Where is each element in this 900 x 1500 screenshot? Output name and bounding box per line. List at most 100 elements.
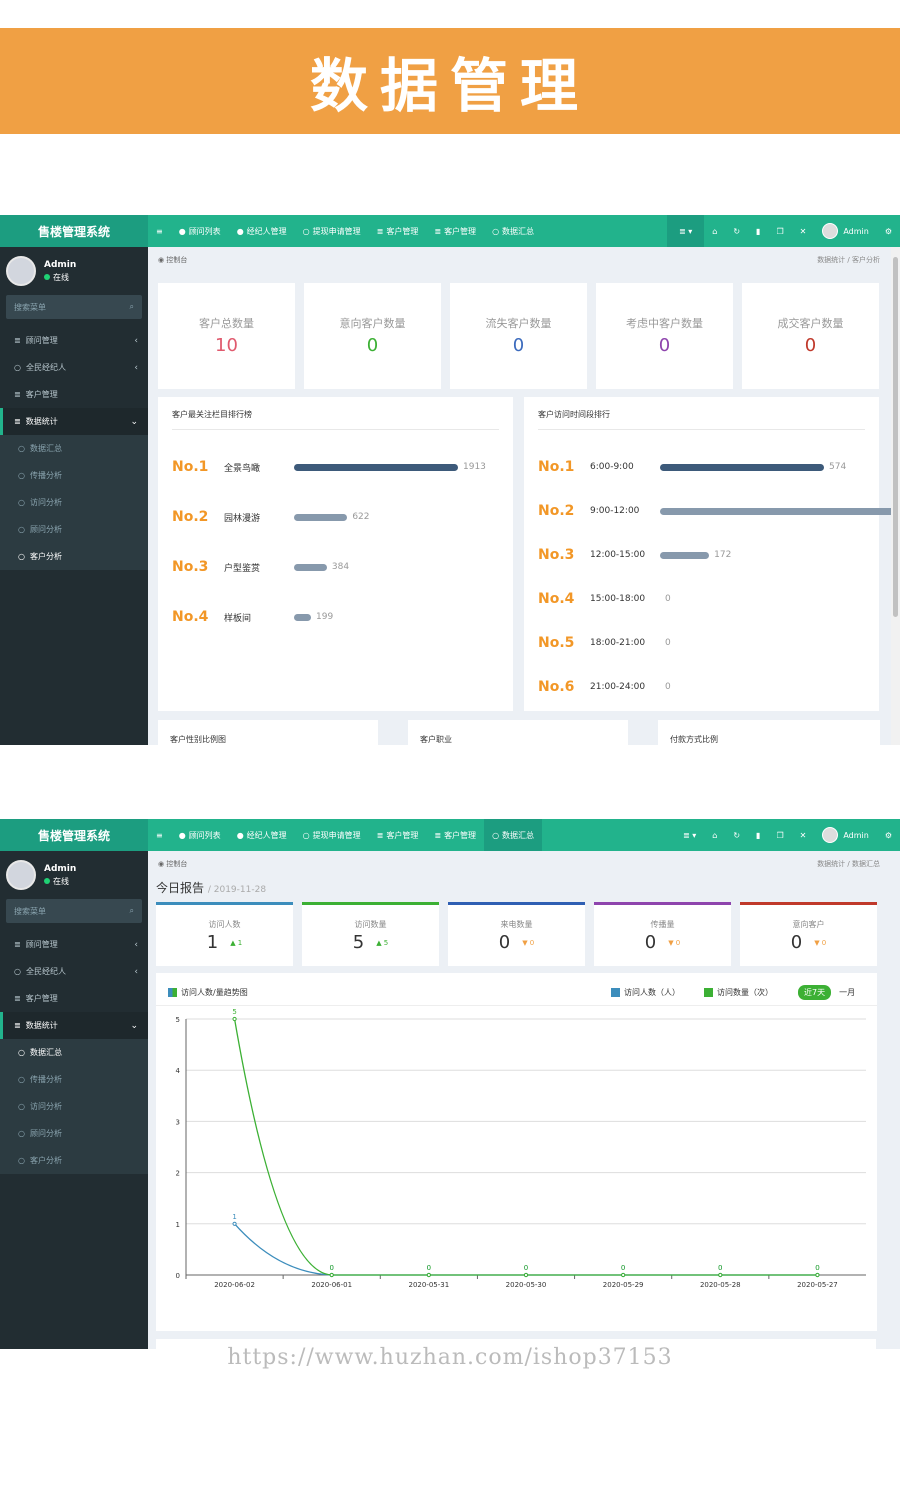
btn-7days[interactable]: 近7天: [798, 985, 832, 1000]
rank-bar: [660, 507, 900, 515]
home-icon[interactable]: ⌂: [704, 819, 725, 851]
menu-toggle-icon[interactable]: ≡: [148, 215, 171, 247]
sidebar-item-stats[interactable]: ≣ 数据统计 ⌄: [0, 1012, 148, 1039]
nav-agent-manage[interactable]: ● 经纪人管理: [229, 215, 295, 247]
settings-icon[interactable]: ⚙: [877, 819, 900, 851]
kpi-label: 意向客户: [792, 920, 825, 929]
rank-no: No.4: [172, 609, 209, 625]
sidebar-item-agent[interactable]: ○ 全民经纪人 ‹: [0, 958, 148, 985]
user-menu[interactable]: Admin: [814, 215, 877, 247]
sidebar-item-agent[interactable]: ○ 全民经纪人 ‹: [0, 354, 148, 381]
sidebar-sub-summary[interactable]: ○ 数据汇总: [0, 1039, 148, 1066]
settings-icon[interactable]: ⚙: [877, 215, 900, 247]
menu-toggle-icon[interactable]: ≡: [148, 819, 171, 851]
nav-customer-manage-2[interactable]: ≣ 客户管理: [426, 215, 484, 247]
nav-withdraw-manage[interactable]: ○ 提现申请管理: [295, 215, 369, 247]
data-label: 0: [718, 1264, 722, 1272]
copy-icon[interactable]: ❐: [768, 819, 791, 851]
sidebar-sub-consultant[interactable]: ○ 顾问分析: [0, 516, 148, 543]
nav-consultant-list[interactable]: ● 顾问列表: [171, 215, 229, 247]
list-icon: ≣: [376, 226, 384, 236]
user-menu[interactable]: Admin: [814, 819, 877, 851]
breadcrumb[interactable]: ◉ 控制台: [158, 859, 187, 869]
list-icon: ≣: [14, 1021, 21, 1030]
nav-data-summary[interactable]: ○ 数据汇总: [484, 215, 542, 247]
sidebar: Admin 在线 搜索菜单 ⌕ ≣ 顾问管理 ‹ ○ 全民经纪人 ‹ ≣ 客户管理 ≣ 数据统计…: [0, 851, 148, 1349]
home-icon[interactable]: ⌂: [704, 215, 725, 247]
kpi-delta: ▼ 0: [522, 939, 535, 947]
x-tick-label: 2020-05-30: [506, 1281, 547, 1289]
stat-label: 考虑中客户数量: [626, 317, 703, 330]
legend-swatch-blue: [611, 988, 620, 997]
sidebar-sub-consultant[interactable]: ○ 顾问分析: [0, 1120, 148, 1147]
circle-icon: ○: [18, 471, 25, 480]
list-dropdown-icon[interactable]: ≣ ▾: [675, 819, 704, 851]
avatar-small: [822, 223, 839, 239]
fullscreen-icon[interactable]: ✕: [792, 215, 815, 247]
user-name: Admin: [44, 863, 77, 874]
copy-icon[interactable]: ❐: [768, 215, 791, 247]
sidebar-sub-summary[interactable]: ○ 数据汇总: [0, 435, 148, 462]
app-logo[interactable]: 售楼管理系统: [0, 215, 148, 247]
search-icon[interactable]: ⌕: [130, 906, 134, 916]
stat-label: 流失客户数量: [485, 317, 552, 330]
sidebar-sub-visit[interactable]: ○ 访问分析: [0, 489, 148, 516]
sidebar-item-customer[interactable]: ≣ 客户管理: [0, 381, 148, 408]
nav-customer-manage-2[interactable]: ≣ 客户管理: [426, 819, 484, 851]
fullscreen-icon[interactable]: ✕: [792, 819, 815, 851]
sidebar-search-input[interactable]: 搜索菜单 ⌕: [6, 295, 142, 319]
sidebar-search-input[interactable]: 搜索菜单 ⌕: [6, 899, 142, 923]
sidebar-sub-customer[interactable]: ○ 客户分析: [0, 1147, 148, 1174]
sidebar-sub-spread[interactable]: ○ 传播分析: [0, 462, 148, 489]
trash-icon[interactable]: ▮: [748, 215, 768, 247]
nav-consultant-list[interactable]: ● 顾问列表: [171, 819, 229, 851]
sidebar-item-stats[interactable]: ≣ 数据统计 ⌄: [0, 408, 148, 435]
user-icon: ●: [236, 226, 244, 236]
legend-visits[interactable]: 访问数量（次）: [704, 987, 773, 998]
sidebar-sub-customer[interactable]: ○ 客户分析: [0, 543, 148, 570]
rank-bar: [294, 513, 348, 521]
chevron-left-icon: ‹: [134, 939, 138, 950]
scrollbar-thumb[interactable]: [893, 257, 898, 617]
kpi-value: 1 ▲ 1: [206, 932, 243, 953]
data-point: [232, 1221, 237, 1226]
stat-label: 客户总数量: [199, 317, 254, 330]
x-tick-label: 2020-06-01: [311, 1281, 352, 1289]
list-dropdown-icon[interactable]: ≣ ▾: [667, 215, 705, 247]
user-icon: ●: [178, 226, 186, 236]
refresh-icon[interactable]: ↻: [725, 215, 748, 247]
data-label: 5: [232, 1008, 236, 1016]
rank-bar: [294, 563, 327, 571]
sidebar-item-consultant[interactable]: ≣ 顾问管理 ‹: [0, 327, 148, 354]
top-navbar: ≡ ● 顾问列表 ● 经纪人管理 ○ 提现申请管理 ≣ 客户管理 ≣ 客户管理 ○ 数据汇总…: [148, 819, 900, 851]
stat-value: 0: [658, 335, 671, 356]
user-panel: Admin 在线: [0, 851, 148, 899]
rank-row: No.1 6:00-9:00 574: [538, 459, 846, 475]
trash-icon[interactable]: ▮: [748, 819, 768, 851]
kpi-delta: ▼ 0: [668, 939, 681, 947]
stat-card: 考虑中客户数量 0: [596, 283, 733, 389]
list-icon: ≣: [14, 940, 21, 949]
breadcrumb-right[interactable]: 数据统计 / 客户分析: [817, 255, 880, 265]
nav-data-summary[interactable]: ○ 数据汇总: [484, 819, 543, 851]
nav-withdraw-manage[interactable]: ○ 提现申请管理: [295, 819, 369, 851]
sidebar-item-customer[interactable]: ≣ 客户管理: [0, 985, 148, 1012]
breadcrumb-right[interactable]: 数据统计 / 数据汇总: [817, 859, 880, 869]
refresh-icon[interactable]: ↻: [725, 819, 748, 851]
list-icon: ≣: [434, 226, 442, 236]
sidebar-sub-visit[interactable]: ○ 访问分析: [0, 1093, 148, 1120]
breadcrumb[interactable]: ◉ 控制台: [158, 255, 187, 265]
nav-customer-manage[interactable]: ≣ 客户管理: [369, 819, 427, 851]
search-icon[interactable]: ⌕: [130, 302, 134, 312]
nav-customer-manage[interactable]: ≣ 客户管理: [369, 215, 427, 247]
kpi-delta: ▲ 1: [230, 939, 243, 947]
scrollbar[interactable]: [891, 247, 900, 745]
sidebar-item-consultant[interactable]: ≣ 顾问管理 ‹: [0, 931, 148, 958]
app-logo[interactable]: 售楼管理系统: [0, 819, 148, 851]
sidebar-sub-spread[interactable]: ○ 传播分析: [0, 1066, 148, 1093]
legend-visitors[interactable]: 访问人数（人）: [611, 987, 680, 998]
btn-month[interactable]: 一月: [839, 987, 855, 998]
nav-agent-manage[interactable]: ● 经纪人管理: [229, 819, 295, 851]
kpi-card: 传播量 0 ▼ 0: [594, 902, 731, 966]
screenshot-data-summary: 售楼管理系统 ≡ ● 顾问列表 ● 经纪人管理 ○ 提现申请管理 ≣ 客户管理 ≣ 客户管…: [0, 819, 900, 1349]
